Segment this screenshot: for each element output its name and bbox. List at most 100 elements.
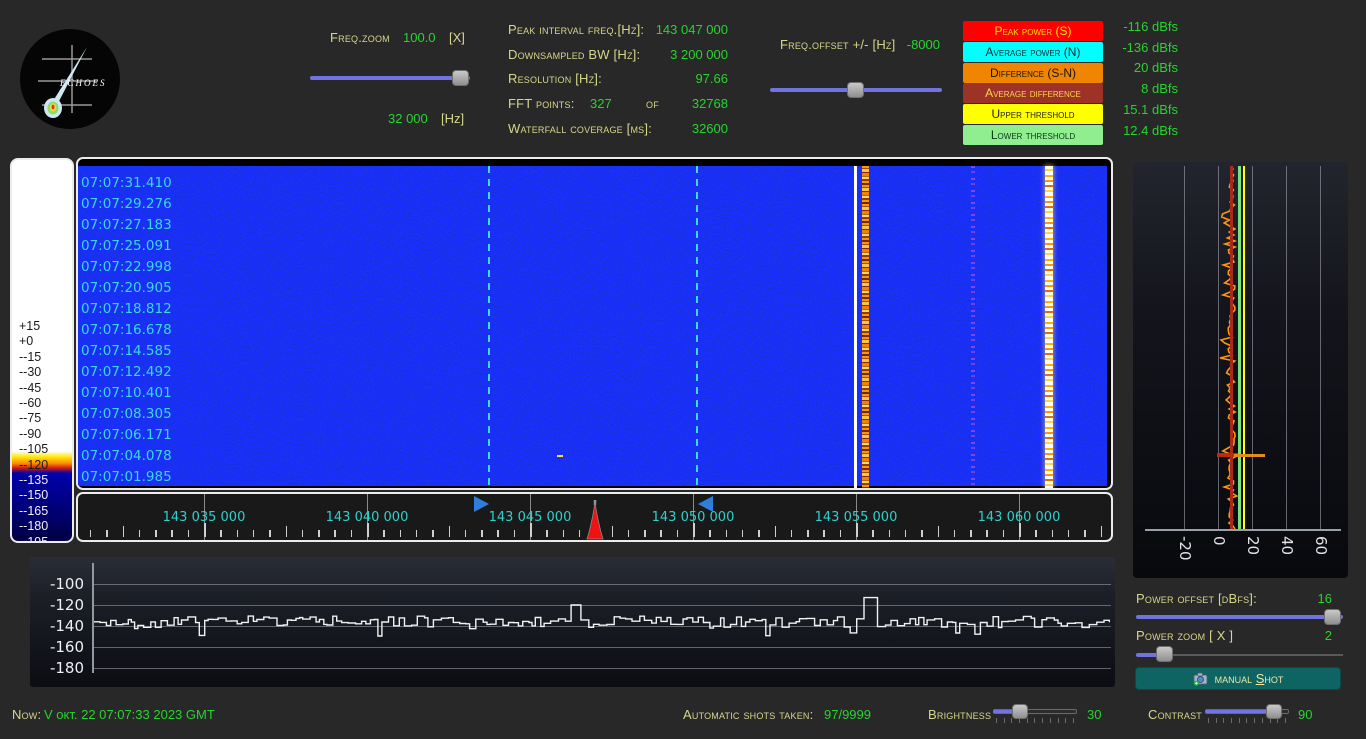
waterfall-timestamp: 07:07:10.401 xyxy=(81,385,172,401)
stat-resolution-value: 97.66 xyxy=(695,71,728,86)
freq-offset-label: Freq.offset +/- [Hz] xyxy=(780,37,896,52)
band-edge-line-left xyxy=(488,166,490,488)
echoes-logo-image: ECHOES xyxy=(20,29,120,129)
lower-threshold-line[interactable] xyxy=(1238,166,1241,529)
auto-shots-value: 97/9999 xyxy=(824,707,871,722)
stat-fft-of-label: of xyxy=(646,96,659,111)
band-marker-arrow-left[interactable] xyxy=(698,496,713,512)
stat-waterfall-coverage-value: 32600 xyxy=(691,121,728,136)
power-offset-value: 16 xyxy=(1317,591,1332,606)
difference-button-label: Difference (S-N) xyxy=(990,65,1076,80)
waterfall-timestamp: 07:07:18.812 xyxy=(81,301,172,317)
scale-label: +15 xyxy=(19,319,41,333)
power-trace xyxy=(1219,166,1239,529)
manual-shot-button[interactable]: manual Shot xyxy=(1135,667,1341,690)
average-difference-button-label: Average difference xyxy=(985,86,1081,101)
power-zoom-slider-handle[interactable] xyxy=(1156,646,1173,662)
stat-fft-points-value: 327 xyxy=(590,96,612,111)
manual-shot-label: manual Shot xyxy=(1214,671,1284,686)
scale-label: --75 xyxy=(19,411,42,426)
average-power-button[interactable]: Average power (N) xyxy=(963,41,1103,62)
difference-value: 20 dBfs xyxy=(1133,60,1178,76)
scale-label: --180 xyxy=(19,519,49,534)
power-distribution-plot[interactable]: -20 0 20 40 60 xyxy=(1133,162,1348,578)
average-difference-button[interactable]: Average difference xyxy=(963,83,1103,104)
power-x-label: 40 xyxy=(1278,536,1296,556)
power-zoom-value: 2 xyxy=(1324,628,1332,643)
db-color-scale: +15 +0 --15 --30 --45 --60 --75 --90 --1… xyxy=(10,158,74,543)
waterfall-timestamp: 07:07:06.171 xyxy=(81,427,172,443)
brightness-label: Brightness xyxy=(928,707,992,722)
power-offset-slider-track[interactable] xyxy=(1136,615,1343,619)
upper-threshold-button-label: Upper threshold xyxy=(991,107,1075,122)
average-difference-value: 8 dBfs xyxy=(1141,81,1178,97)
waterfall-timestamp: 07:07:31.410 xyxy=(81,175,172,191)
peak-power-button[interactable]: Peak power (S) xyxy=(963,21,1103,41)
signal-trace-faint xyxy=(971,166,975,488)
logo-text: ECHOES xyxy=(59,78,107,88)
waterfall-display[interactable]: 07:07:31.410 07:07:29.276 07:07:27.183 0… xyxy=(76,157,1113,490)
power-x-axis xyxy=(1145,529,1341,531)
power-x-label: 60 xyxy=(1312,536,1330,556)
average-power-value: -136 dBfs xyxy=(1122,39,1178,55)
now-value: V окт. 22 07:07:33 2023 GMT xyxy=(44,707,215,722)
waterfall-timestamp: 07:07:27.183 xyxy=(81,217,172,233)
waterfall-timestamp: 07:07:29.276 xyxy=(81,196,172,212)
spectrum-plot[interactable]: -100 -120 -140 -160 -180 xyxy=(30,557,1115,687)
power-offset-label: Power offset [dBfs]: xyxy=(1136,591,1257,606)
now-label: Now: xyxy=(12,707,42,722)
scale-label: --15 xyxy=(19,349,42,364)
freq-zoom-unit: [X] xyxy=(449,30,465,45)
waterfall-timestamp: 07:07:01.985 xyxy=(81,469,172,485)
difference-button[interactable]: Difference (S-N) xyxy=(963,62,1103,83)
power-x-label: -20 xyxy=(1176,536,1194,561)
upper-threshold-line[interactable] xyxy=(1242,166,1246,529)
band-edge-line-right xyxy=(696,166,698,488)
stat-peak-interval-value: 143 047 000 xyxy=(655,22,728,37)
echoes-main-window: ECHOES Freq.zoom 100.0 [X] 32 000 [Hz] P… xyxy=(0,0,1366,739)
signal-trace-bright xyxy=(1045,166,1053,488)
peak-frequency-marker xyxy=(586,500,604,540)
scale-label: --60 xyxy=(19,396,42,410)
contrast-slider-ticks xyxy=(1208,718,1286,723)
scale-label: --135 xyxy=(19,473,49,487)
spectrum-y-label: -120 xyxy=(49,596,84,614)
spectrum-y-label: -160 xyxy=(49,638,84,656)
scan-cursor-orange xyxy=(1234,454,1265,457)
upper-threshold-value: 15.1 dBfs xyxy=(1123,101,1178,117)
waterfall-timestamp: 07:07:20.905 xyxy=(81,280,172,296)
waterfall-timestamp: 07:07:08.305 xyxy=(81,406,172,422)
waterfall-timestamp: 07:07:16.678 xyxy=(81,322,172,338)
spectrum-y-label: -180 xyxy=(49,659,84,677)
lower-threshold-value: 12.4 dBfs xyxy=(1123,122,1178,138)
freq-zoom-slider-handle[interactable] xyxy=(452,70,469,86)
power-x-label: 0 xyxy=(1210,536,1228,546)
echo-blip xyxy=(557,455,563,457)
band-marker-arrow-right[interactable] xyxy=(474,496,489,512)
signal-trace-orange xyxy=(862,166,869,488)
stat-downsampled-bw-value: 3 200 000 xyxy=(670,47,728,62)
scale-label: --165 xyxy=(19,503,49,518)
waterfall-noise xyxy=(78,166,1107,486)
carrier-marker-line xyxy=(854,166,857,488)
brightness-slider-handle[interactable] xyxy=(1012,704,1028,719)
lower-threshold-button[interactable]: Lower threshold xyxy=(963,125,1103,145)
freq-offset-value: -8000 xyxy=(906,37,940,52)
lower-threshold-button-label: Lower threshold xyxy=(990,128,1076,142)
spectrum-y-label: -100 xyxy=(49,575,84,593)
stat-fft-total-value: 32768 xyxy=(691,96,728,111)
waterfall-timestamp: 07:07:12.492 xyxy=(81,364,172,380)
waterfall-timestamp: 07:07:14.585 xyxy=(81,343,172,359)
upper-threshold-button[interactable]: Upper threshold xyxy=(963,104,1103,125)
freq-offset-slider-handle[interactable] xyxy=(847,82,864,98)
camera-icon xyxy=(1193,672,1207,686)
auto-shots-label: Automatic shots taken: xyxy=(683,707,814,722)
freq-zoom-label: Freq.zoom xyxy=(330,30,390,45)
waterfall-timestamp: 07:07:04.078 xyxy=(81,448,172,464)
peak-power-button-label: Peak power (S) xyxy=(994,24,1072,38)
contrast-slider-handle[interactable] xyxy=(1266,704,1282,719)
freq-zoom-slider-track[interactable] xyxy=(310,76,470,80)
power-offset-slider-handle[interactable] xyxy=(1324,609,1341,625)
stat-resolution-label: Resolution [Hz]: xyxy=(508,71,602,86)
scale-label: --90 xyxy=(19,426,42,441)
